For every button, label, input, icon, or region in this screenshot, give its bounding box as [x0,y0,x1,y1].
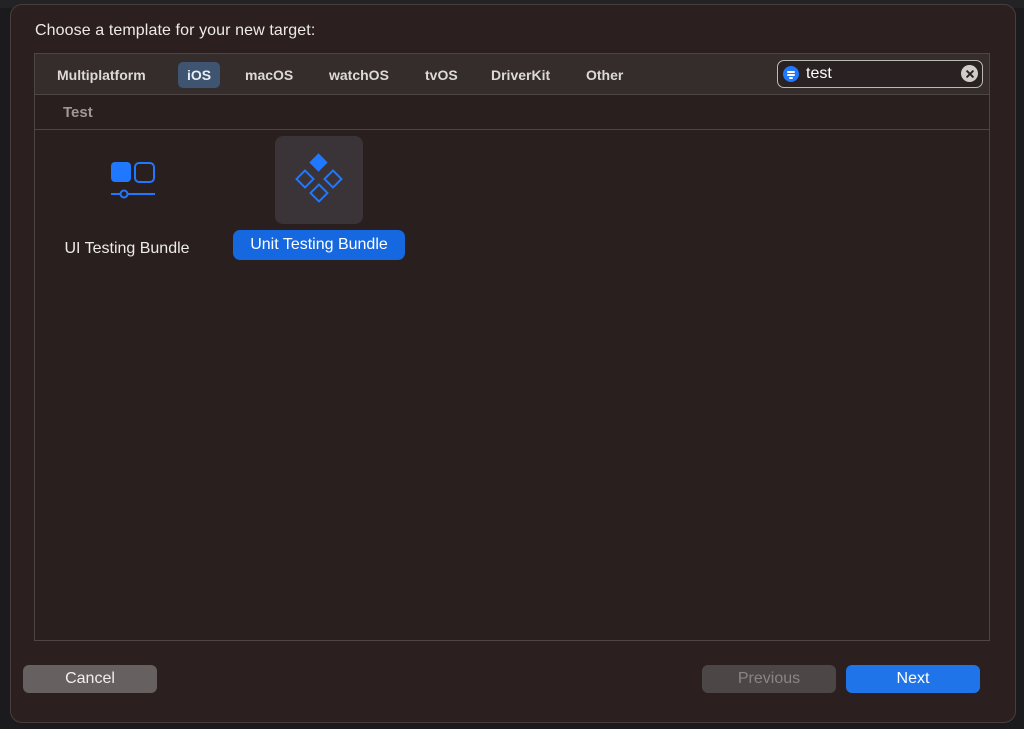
search-input[interactable] [806,63,946,85]
clear-icon[interactable] [961,65,978,82]
template-panel: Multiplatform iOS macOS watchOS tvOS Dri… [34,53,990,641]
tab-watchos[interactable]: watchOS [320,62,398,88]
next-button[interactable]: Next [846,665,980,693]
cancel-button[interactable]: Cancel [23,665,157,693]
template-ui-testing-bundle[interactable]: UI Testing Bundle [45,136,209,286]
template-label: UI Testing Bundle [64,240,190,257]
unit-testing-bundle-icon [275,136,363,224]
section-header: Test [35,95,989,130]
section-title: Test [63,104,93,121]
tab-driverkit[interactable]: DriverKit [482,62,559,88]
ui-testing-bundle-icon [83,136,171,224]
tab-tvos[interactable]: tvOS [416,62,467,88]
template-unit-testing-bundle[interactable]: Unit Testing Bundle [233,136,405,286]
template-chooser-dialog: Choose a template for your new target: M… [10,4,1016,723]
search-field[interactable] [777,60,983,88]
template-label: Unit Testing Bundle [233,230,405,260]
previous-button[interactable]: Previous [702,665,836,693]
filter-icon [783,66,799,82]
tab-other[interactable]: Other [577,62,632,88]
tab-ios[interactable]: iOS [178,62,221,88]
dialog-title: Choose a template for your new target: [35,22,316,39]
tab-multiplatform[interactable]: Multiplatform [48,62,155,88]
platform-tab-bar: Multiplatform iOS macOS watchOS tvOS Dri… [35,54,989,95]
tab-macos[interactable]: macOS [236,62,302,88]
